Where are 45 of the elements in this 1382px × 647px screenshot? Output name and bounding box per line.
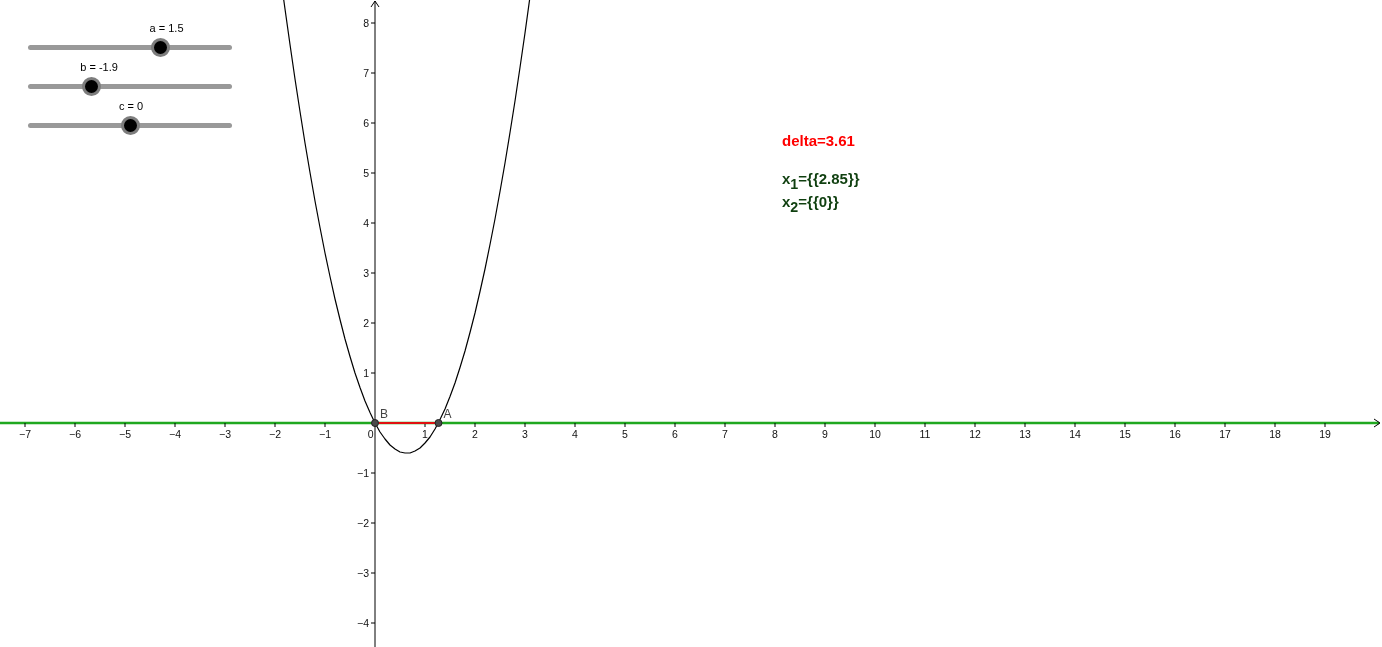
x-tick-label: 6 <box>672 428 678 440</box>
x-tick-label: 8 <box>772 428 778 440</box>
x-tick-label: 7 <box>722 428 728 440</box>
x-tick-label: 9 <box>822 428 828 440</box>
slider-label: b = -1.9 <box>80 60 118 74</box>
y-tick-label: −2 <box>357 517 369 529</box>
slider-label: a = 1.5 <box>149 21 184 35</box>
x-tick-label: 14 <box>1069 428 1081 440</box>
x-tick-label: −4 <box>169 428 181 440</box>
point-label: A <box>443 407 452 421</box>
y-tick-label: −3 <box>357 567 369 579</box>
x-tick-label: −6 <box>69 428 81 440</box>
x-tick-label: 13 <box>1019 428 1031 440</box>
x-tick-label: 12 <box>969 428 981 440</box>
y-tick-label: 1 <box>363 367 369 379</box>
y-tick-label: 2 <box>363 317 369 329</box>
y-tick-label: 5 <box>363 167 369 179</box>
x-tick-label: −2 <box>269 428 281 440</box>
x-tick-label: 17 <box>1219 428 1231 440</box>
x-tick-label: 1 <box>422 428 428 440</box>
x-tick-label: −7 <box>19 428 31 440</box>
y-tick-label: 8 <box>363 17 369 29</box>
result-text: delta=3.61 <box>782 131 856 151</box>
x-tick-label: 10 <box>869 428 881 440</box>
x-tick-label: 0 <box>367 428 374 440</box>
x-tick-label: 3 <box>522 428 528 440</box>
x-tick-label: 19 <box>1319 428 1331 440</box>
x-tick-label: −5 <box>119 428 131 440</box>
x-tick-label: −3 <box>219 428 231 440</box>
x-tick-label: 15 <box>1119 428 1131 440</box>
y-tick-label: 4 <box>363 217 369 229</box>
y-tick-label: −1 <box>357 467 369 479</box>
y-tick-label: 7 <box>363 67 369 79</box>
x-tick-label: 4 <box>572 428 578 440</box>
x-tick-label: 5 <box>622 428 628 440</box>
y-tick-label: 3 <box>363 267 369 279</box>
y-tick-label: 6 <box>363 117 369 129</box>
x-tick-label: 2 <box>472 428 478 440</box>
x-tick-label: −1 <box>319 428 331 440</box>
x-tick-label: 11 <box>919 428 931 440</box>
slider-label: c = 0 <box>119 99 144 113</box>
y-tick-label: −4 <box>357 617 369 629</box>
point-label: B <box>380 407 388 421</box>
x-tick-label: 16 <box>1169 428 1181 440</box>
x-tick-label: 18 <box>1269 428 1281 440</box>
